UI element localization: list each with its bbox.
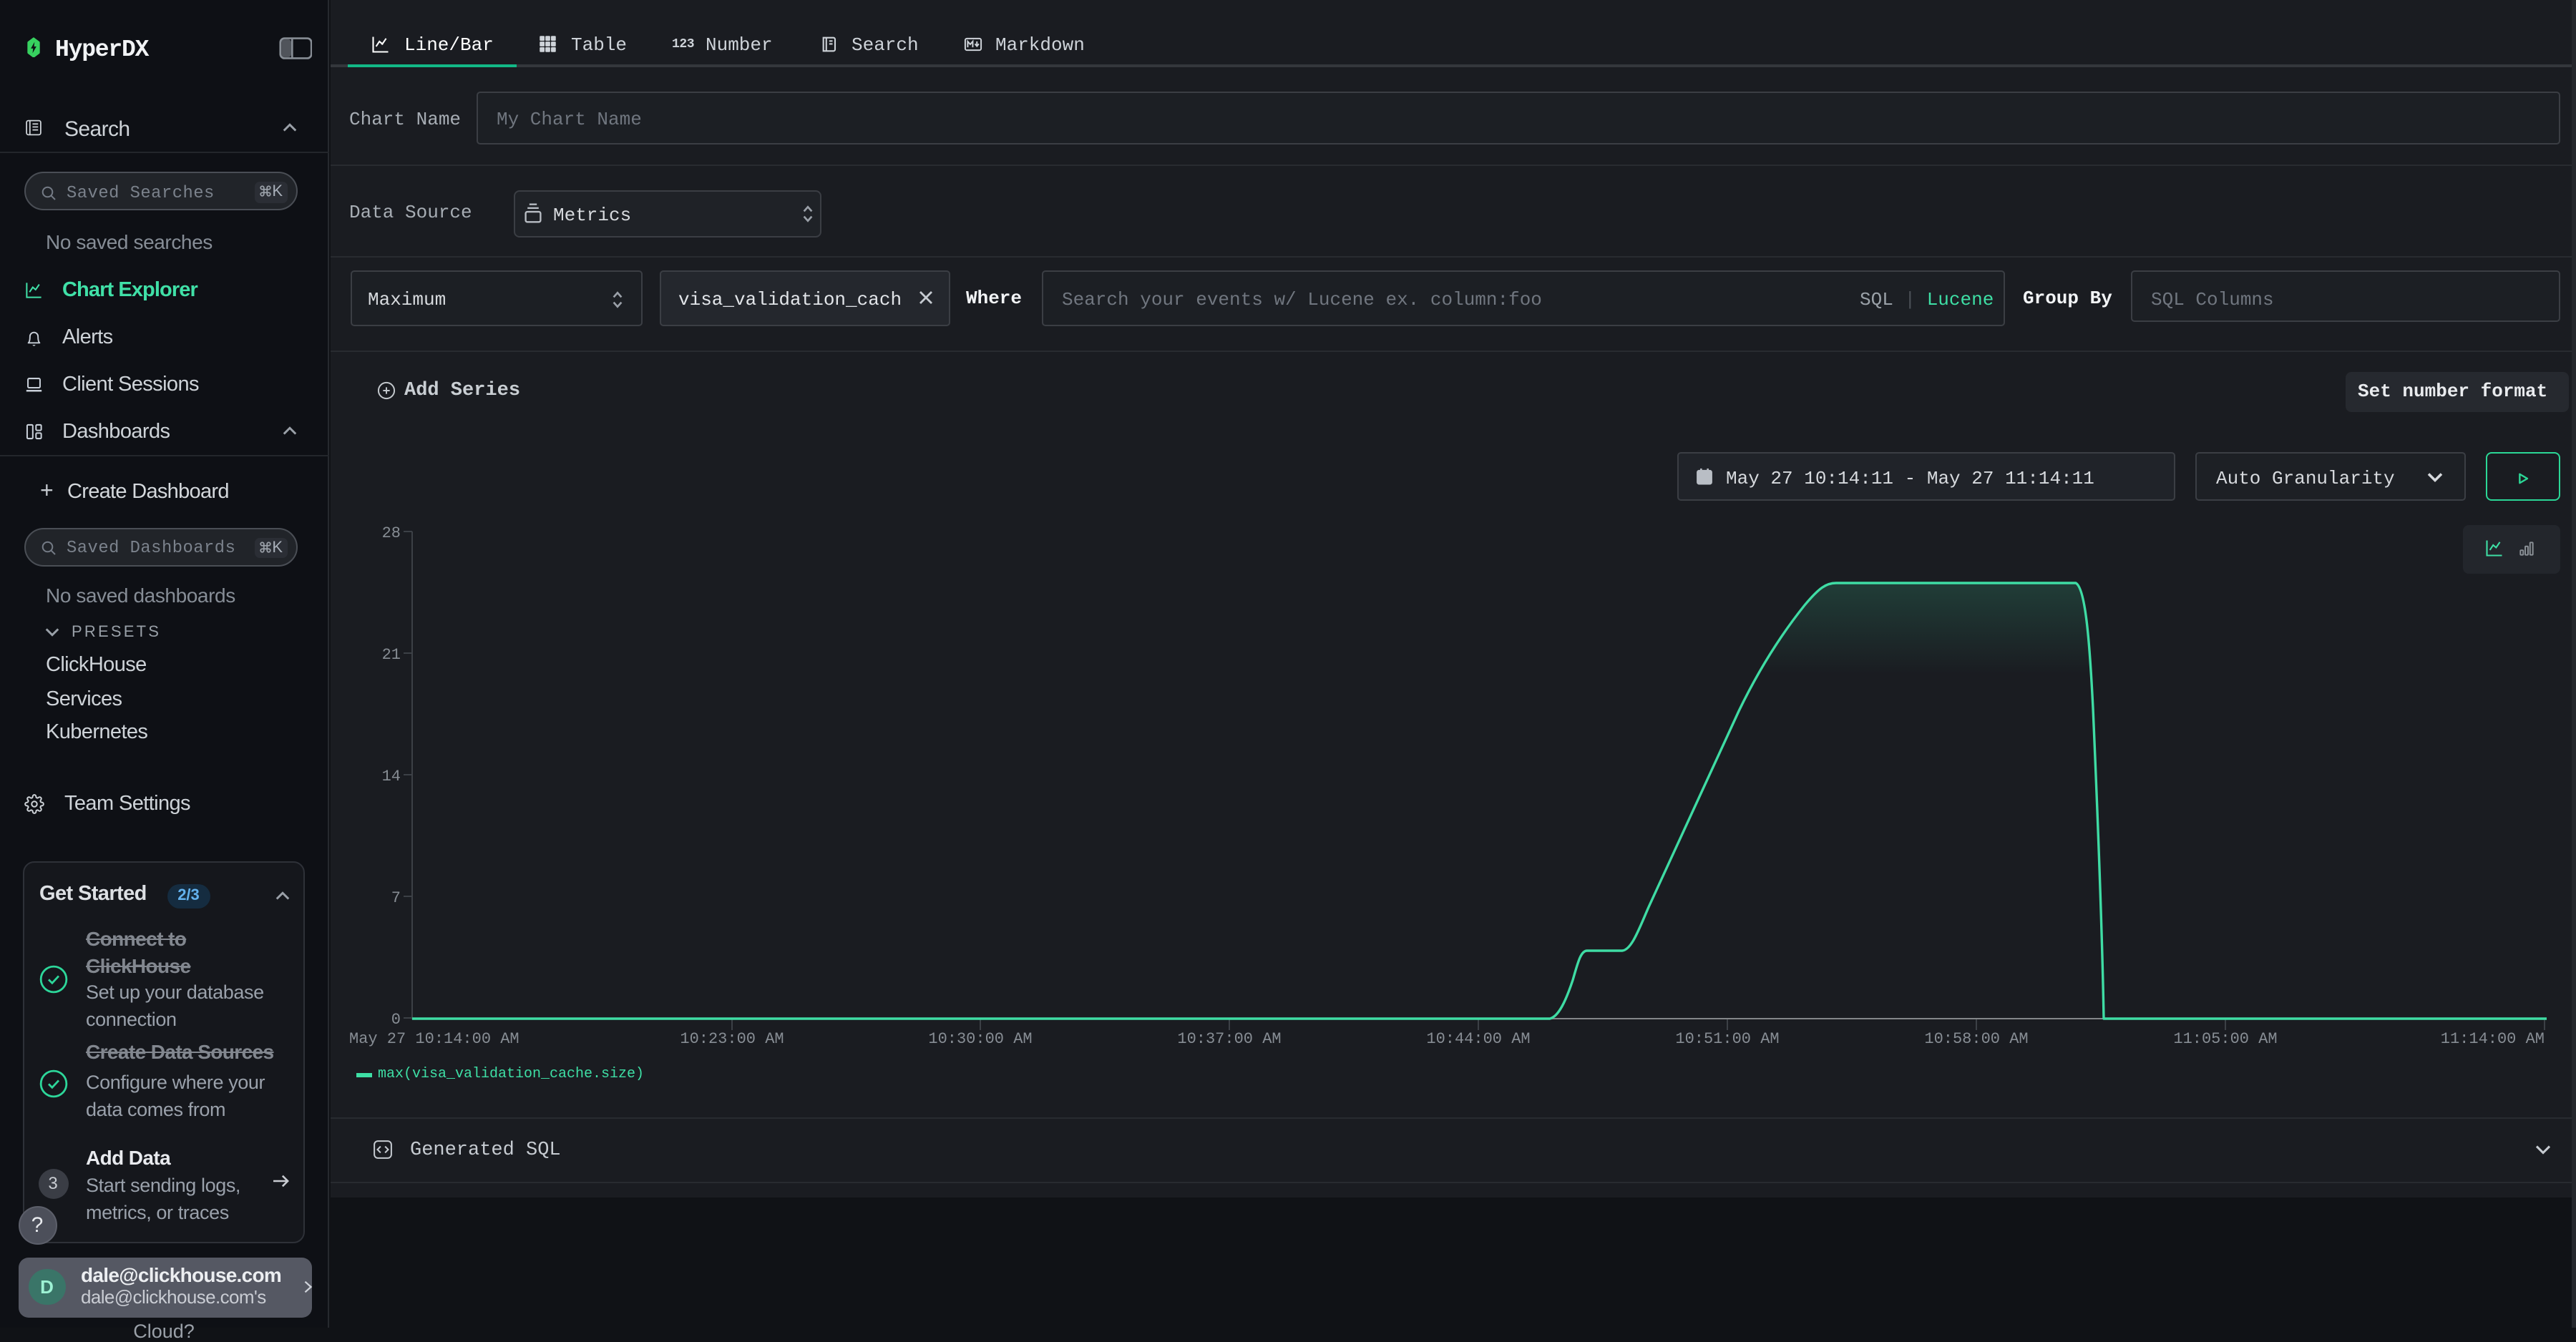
svg-text:10:37:00 AM: 10:37:00 AM (1176, 1030, 1280, 1048)
svg-text:0: 0 (391, 1011, 400, 1029)
svg-text:10:58:00 AM: 10:58:00 AM (1923, 1030, 2027, 1048)
svg-text:21: 21 (381, 646, 400, 664)
svg-text:14: 14 (381, 768, 400, 785)
svg-text:10:30:00 AM: 10:30:00 AM (927, 1030, 1031, 1048)
svg-text:10:44:00 AM: 10:44:00 AM (1425, 1030, 1529, 1048)
svg-text:7: 7 (391, 889, 400, 907)
svg-text:11:05:00 AM: 11:05:00 AM (2172, 1030, 2276, 1048)
svg-text:10:51:00 AM: 10:51:00 AM (1674, 1030, 1778, 1048)
svg-text:May 27 10:14:00 AM: May 27 10:14:00 AM (348, 1030, 519, 1048)
svg-text:10:23:00 AM: 10:23:00 AM (679, 1030, 783, 1048)
svg-text:28: 28 (381, 524, 400, 542)
svg-text:11:14:00 AM: 11:14:00 AM (2440, 1030, 2544, 1048)
